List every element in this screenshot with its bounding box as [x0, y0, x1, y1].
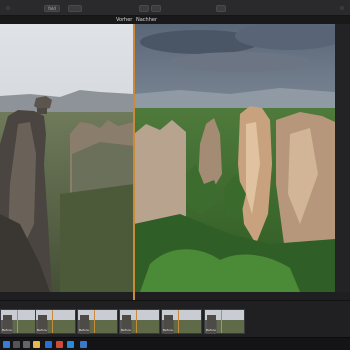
browser-icon[interactable]	[80, 341, 87, 348]
thumb-caption: Before	[79, 328, 89, 332]
thumb-caption: Before	[163, 328, 173, 332]
filmstrip-thumbnail[interactable]: Before	[77, 309, 118, 334]
thumb-split-line	[52, 310, 53, 333]
filmstrip-thumbnail[interactable]: Before	[161, 309, 202, 334]
filmstrip-thumbnail[interactable]: Before	[204, 309, 245, 334]
thumb-caption: Before	[121, 328, 131, 332]
top-toolbar: fold	[0, 0, 350, 16]
menu-icon[interactable]	[340, 6, 344, 10]
filmstrip-thumbnail[interactable]: Before	[119, 309, 160, 334]
compare-label-bar: Vorher Nachher	[0, 16, 350, 24]
filmstrip-thumbnail[interactable]: Before	[35, 309, 76, 334]
side-panel-edge	[335, 24, 350, 292]
view-mode-button[interactable]: fold	[44, 5, 60, 12]
os-taskbar	[0, 337, 350, 350]
mail-icon[interactable]	[56, 341, 63, 348]
toolbar-button-2[interactable]	[68, 5, 82, 12]
task-view-icon[interactable]	[23, 341, 30, 348]
filmstrip: Before Before Before Before Before Befor…	[0, 300, 350, 337]
compare-split-handle[interactable]	[133, 24, 135, 300]
toolbar-button-5[interactable]	[216, 5, 226, 12]
photo-app-icon[interactable]	[67, 341, 74, 348]
store-icon[interactable]	[45, 341, 52, 348]
window-control-icon[interactable]	[6, 6, 10, 10]
file-explorer-icon[interactable]	[33, 341, 40, 348]
thumb-split-line	[221, 310, 222, 333]
thumb-caption: Before	[2, 328, 12, 332]
thumb-split-line	[178, 310, 179, 333]
thumb-split-line	[17, 310, 18, 333]
image-viewer[interactable]	[0, 24, 335, 292]
before-label: Vorher	[116, 17, 133, 23]
thumb-caption: Before	[206, 328, 216, 332]
photo-editor-window: fold Vorher Nachher Before Before Before…	[0, 0, 350, 350]
thumb-split-line	[136, 310, 137, 333]
search-icon[interactable]	[13, 341, 20, 348]
windows-start-icon[interactable]	[3, 341, 10, 348]
compare-toggle-button[interactable]	[139, 5, 149, 12]
thumb-caption: Before	[37, 328, 47, 332]
after-label: Nachher	[136, 17, 158, 23]
view-mode-label: fold	[48, 6, 56, 11]
split-view-button[interactable]	[151, 5, 161, 12]
landscape-photo	[0, 24, 335, 292]
thumb-split-line	[94, 310, 95, 333]
